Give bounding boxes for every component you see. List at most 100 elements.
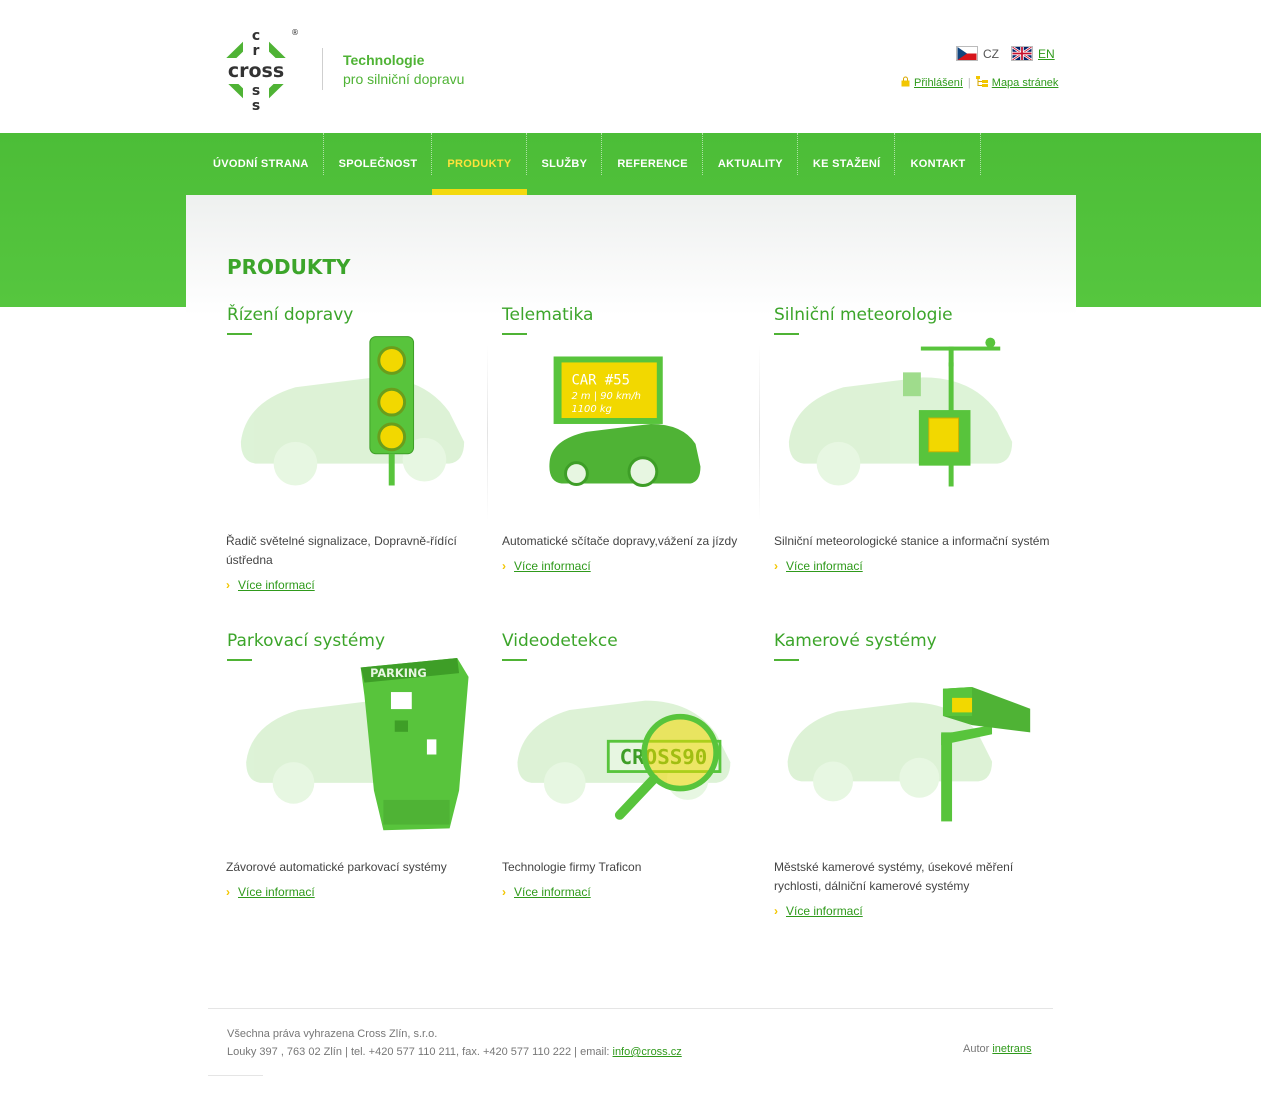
svg-text:c: c	[252, 28, 260, 44]
product-description: Městské kamerové systémy, úsekové měření…	[774, 860, 1014, 893]
svg-text:r: r	[253, 43, 260, 59]
more-info: › Více informací	[774, 559, 863, 573]
lang-en[interactable]: EN	[1011, 46, 1055, 61]
sitemap-icon	[975, 76, 988, 90]
nav-item-uvodni-strana[interactable]: Úvodní strana	[198, 133, 324, 195]
footer-divider	[208, 1008, 1053, 1009]
footer-author: Autor inetrans	[963, 1043, 1032, 1055]
traffic-light-icon[interactable]	[226, 332, 484, 508]
nav-item-reference[interactable]: Reference	[602, 133, 703, 195]
magnifier-plate-icon[interactable]: CROSS90	[502, 658, 760, 834]
more-info-link[interactable]: Více informací	[514, 559, 591, 573]
tagline-line1: Technologie	[343, 52, 425, 68]
svg-text:s: s	[252, 83, 260, 99]
more-info-link[interactable]: Více informací	[514, 885, 591, 899]
author-label: Autor	[963, 1043, 993, 1055]
nav-item-kontakt[interactable]: Kontakt	[895, 133, 981, 195]
column-separator	[487, 345, 488, 520]
chevron-right-icon: ›	[226, 885, 230, 899]
more-info-link[interactable]: Více informací	[238, 885, 315, 899]
svg-text:CAR #55: CAR #55	[571, 372, 629, 388]
product-title[interactable]: Videodetekce	[502, 631, 782, 651]
tagline-line2: pro silniční dopravu	[343, 71, 465, 87]
product-description: Závorové automatické parkovací systémy	[226, 860, 447, 874]
lock-icon	[901, 76, 910, 90]
main-nav: Úvodní strana Společnost Produkty Služby…	[198, 133, 981, 195]
footer-contact: Louky 397 , 763 02 Zlín | tel. +420 577 …	[227, 1046, 613, 1058]
product-card-kamerove-systemy: Kamerové systémy	[774, 631, 1054, 661]
svg-text:PARKING: PARKING	[370, 666, 427, 680]
chevron-right-icon: ›	[502, 559, 506, 573]
product-description: Technologie firmy Traficon	[502, 860, 642, 874]
nav-item-sluzby[interactable]: Služby	[527, 133, 603, 195]
product-title[interactable]: Řízení dopravy	[227, 305, 507, 325]
chevron-right-icon: ›	[502, 885, 506, 899]
nav-label: Kontakt	[910, 158, 966, 170]
header: c r cross s s ® Technologie pro silniční…	[0, 0, 1261, 133]
more-info-link[interactable]: Více informací	[786, 904, 863, 918]
cross-logo[interactable]: c r cross s s ®	[212, 27, 302, 114]
footer-address: Louky 397 , 763 02 Zlín | tel. +420 577 …	[227, 1043, 682, 1061]
sitemap-link[interactable]: Mapa stránek	[992, 77, 1059, 89]
nav-item-ke-stazeni[interactable]: Ke stažení	[798, 133, 896, 195]
chevron-right-icon: ›	[226, 578, 230, 592]
nav-label: Společnost	[338, 158, 418, 170]
lang-cz-label: CZ	[983, 46, 999, 61]
login-link[interactable]: Přihlášení	[914, 77, 963, 89]
nav-label: Ke stažení	[812, 158, 881, 170]
lang-cz[interactable]: CZ	[956, 46, 999, 61]
parking-machine-icon[interactable]: PARKING	[226, 658, 484, 834]
product-card-videodetekce: Videodetekce	[502, 631, 782, 661]
more-info: › Více informací	[226, 578, 315, 592]
page-title: PRODUKTY	[227, 255, 351, 279]
more-info: › Více informací	[226, 885, 315, 899]
nav-item-produkty[interactable]: Produkty	[432, 133, 527, 195]
svg-text:1100 kg: 1100 kg	[571, 404, 611, 415]
footer-info: Všechna práva vyhrazena Cross Zlín, s.r.…	[227, 1025, 682, 1061]
more-info: › Více informací	[502, 559, 591, 573]
tagline: Technologie pro silniční dopravu	[343, 51, 464, 89]
chevron-right-icon: ›	[774, 904, 778, 918]
product-title[interactable]: Parkovací systémy	[227, 631, 507, 651]
logo-divider	[322, 48, 323, 90]
camera-icon[interactable]	[774, 658, 1032, 834]
telematics-sign-icon[interactable]: CAR #55 2 m | 90 km/h 1100 kg	[502, 332, 760, 508]
nav-label: Reference	[617, 158, 688, 170]
footer-email-link[interactable]: info@cross.cz	[613, 1046, 682, 1058]
utility-links: Přihlášení | Mapa stránek	[901, 76, 1058, 90]
nav-item-spolecnost[interactable]: Společnost	[324, 133, 433, 195]
product-card-rizeni-dopravy: Řízení dopravy	[227, 305, 507, 335]
product-card-silnicni-meteorologie: Silniční meteorologie	[774, 305, 1054, 335]
more-info: › Více informací	[502, 885, 591, 899]
more-info-link[interactable]: Více informací	[238, 578, 315, 592]
more-info-link[interactable]: Více informací	[786, 559, 863, 573]
uk-flag-icon	[1011, 46, 1033, 61]
svg-text:s: s	[252, 98, 260, 113]
chevron-right-icon: ›	[774, 559, 778, 573]
svg-text:®: ®	[291, 28, 299, 37]
author-link[interactable]: inetrans	[992, 1043, 1031, 1055]
product-title[interactable]: Kamerové systémy	[774, 631, 1054, 651]
utility-separator: |	[967, 77, 971, 89]
footer-rights: Všechna práva vyhrazena Cross Zlín, s.r.…	[227, 1028, 438, 1040]
product-title[interactable]: Telematika	[502, 305, 782, 325]
product-card-telematika: Telematika	[502, 305, 782, 335]
nav-label: Služby	[541, 158, 588, 170]
svg-text:2 m | 90 km/h: 2 m | 90 km/h	[571, 391, 641, 402]
nav-label: Produkty	[447, 158, 512, 170]
footer-divider-small	[208, 1075, 263, 1076]
czech-flag-icon	[956, 46, 978, 61]
product-description: Silniční meteorologické stanice a inform…	[774, 534, 1050, 548]
product-description: Řadič světelné signalizace, Dopravně-říd…	[226, 534, 457, 567]
svg-text:cross: cross	[228, 60, 284, 82]
weather-station-icon[interactable]	[774, 332, 1032, 508]
nav-item-aktuality[interactable]: Aktuality	[703, 133, 798, 195]
language-switcher: CZ EN	[956, 46, 1067, 61]
product-title[interactable]: Silniční meteorologie	[774, 305, 1054, 325]
nav-label: Úvodní strana	[213, 158, 309, 170]
product-description: Automatické sčítače dopravy,vážení za jí…	[502, 534, 738, 548]
more-info: › Více informací	[774, 904, 863, 918]
nav-label: Aktuality	[717, 158, 783, 170]
product-card-parkovaci-systemy: Parkovací systémy	[227, 631, 507, 661]
lang-en-label: EN	[1038, 46, 1055, 61]
